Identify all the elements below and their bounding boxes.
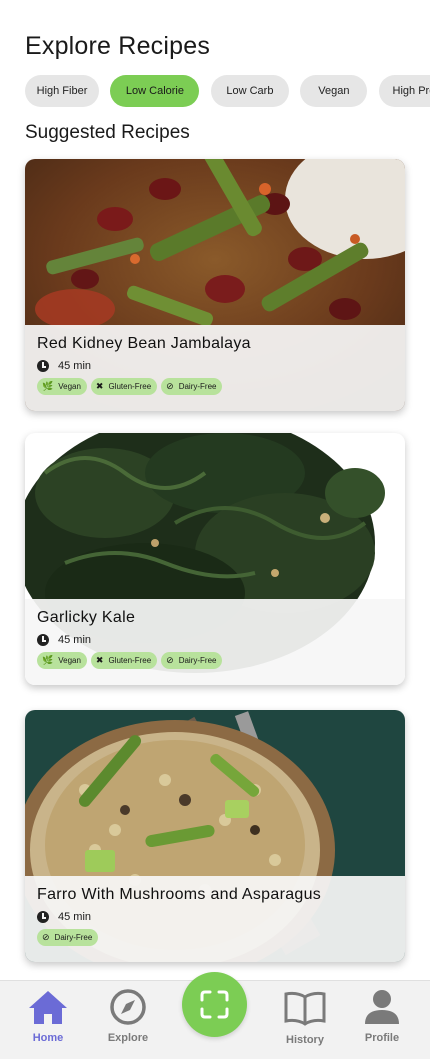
cook-time: 45 min [37,360,393,372]
recipe-title: Red Kidney Bean Jambalaya [37,335,251,352]
leaf-icon: 🌿 [42,655,54,665]
clock-icon [37,911,49,923]
cook-time-value: 45 min [58,911,92,923]
tag-dairy-free: ⊘ Dairy-Free [161,652,223,669]
recipe-card[interactable]: Red Kidney Bean Jambalaya 45 min 🌿 Vegan … [25,159,405,411]
cook-time-value: 45 min [58,360,92,372]
recipe-title: Garlicky Kale [37,609,136,626]
recipe-card[interactable]: Farro With Mushrooms and Asparagus 45 mi… [25,710,405,962]
no-wheat-icon: ✖ [95,655,104,665]
diet-tags: 🌿 Vegan ✖ Gluten-Free ⊘ Dairy-Free [37,378,393,395]
no-dairy-icon: ⊘ [166,655,174,665]
nav-explore[interactable]: Explore [98,989,158,1044]
scan-icon [200,990,229,1019]
recipe-title: Farro With Mushrooms and Asparagus [37,886,322,903]
chip-low-carb[interactable]: Low Carb [210,75,289,107]
person-icon [365,990,399,1024]
scan-button[interactable] [182,972,247,1037]
cook-time: 45 min [37,634,393,646]
book-icon [284,991,326,1026]
tag-dairy-free: ⊘ Dairy-Free [37,929,99,946]
nav-home-label: Home [32,1032,64,1044]
no-wheat-icon: ✖ [95,381,104,391]
compass-icon [110,989,146,1025]
clock-icon [37,634,49,646]
tag-dairy-free: ⊘ Dairy-Free [161,378,223,395]
tag-vegan: 🌿 Vegan [37,378,87,395]
no-dairy-icon: ⊘ [166,381,174,391]
section-title: Suggested Recipes [25,122,190,143]
diet-tags: 🌿 Vegan ✖ Gluten-Free ⊘ Dairy-Free [37,652,393,669]
no-dairy-icon: ⊘ [42,932,50,942]
page-title: Explore Recipes [25,32,211,60]
recipe-card[interactable]: Garlicky Kale 45 min 🌿 Vegan ✖ Gluten-Free… [25,433,405,685]
leaf-icon: 🌿 [42,381,54,391]
chip-vegan[interactable]: Vegan [300,75,368,107]
tag-vegan: 🌿 Vegan [37,652,87,669]
nav-explore-label: Explore [107,1032,149,1044]
cook-time-value: 45 min [58,634,92,646]
nav-history-label: History [286,1034,324,1046]
chip-high-fiber[interactable]: High Fiber [25,75,99,107]
nav-profile[interactable]: Profile [352,989,412,1044]
tag-gluten-free: ✖ Gluten-Free [90,378,158,395]
nav-profile-label: Profile [364,1032,400,1044]
tag-gluten-free: ✖ Gluten-Free [90,652,158,669]
filter-chips: High Fiber Low Calorie Low Carb Vegan Hi… [25,75,430,107]
nav-history[interactable]: History [275,989,335,1046]
cook-time: 45 min [37,911,393,923]
chip-low-calorie[interactable]: Low Calorie [110,75,200,107]
diet-tags: ⊘ Dairy-Free [37,929,393,946]
home-icon [29,991,67,1024]
chip-high-protein[interactable]: High Protein [378,75,430,107]
recipe-info: Farro With Mushrooms and Asparagus 45 mi… [25,876,405,962]
nav-home[interactable]: Home [18,989,78,1044]
clock-icon [37,360,49,372]
bottom-nav: Home Explore History Profile [0,972,430,1059]
recipe-info: Red Kidney Bean Jambalaya 45 min 🌿 Vegan … [25,325,405,411]
recipe-info: Garlicky Kale 45 min 🌿 Vegan ✖ Gluten-Free… [25,599,405,685]
